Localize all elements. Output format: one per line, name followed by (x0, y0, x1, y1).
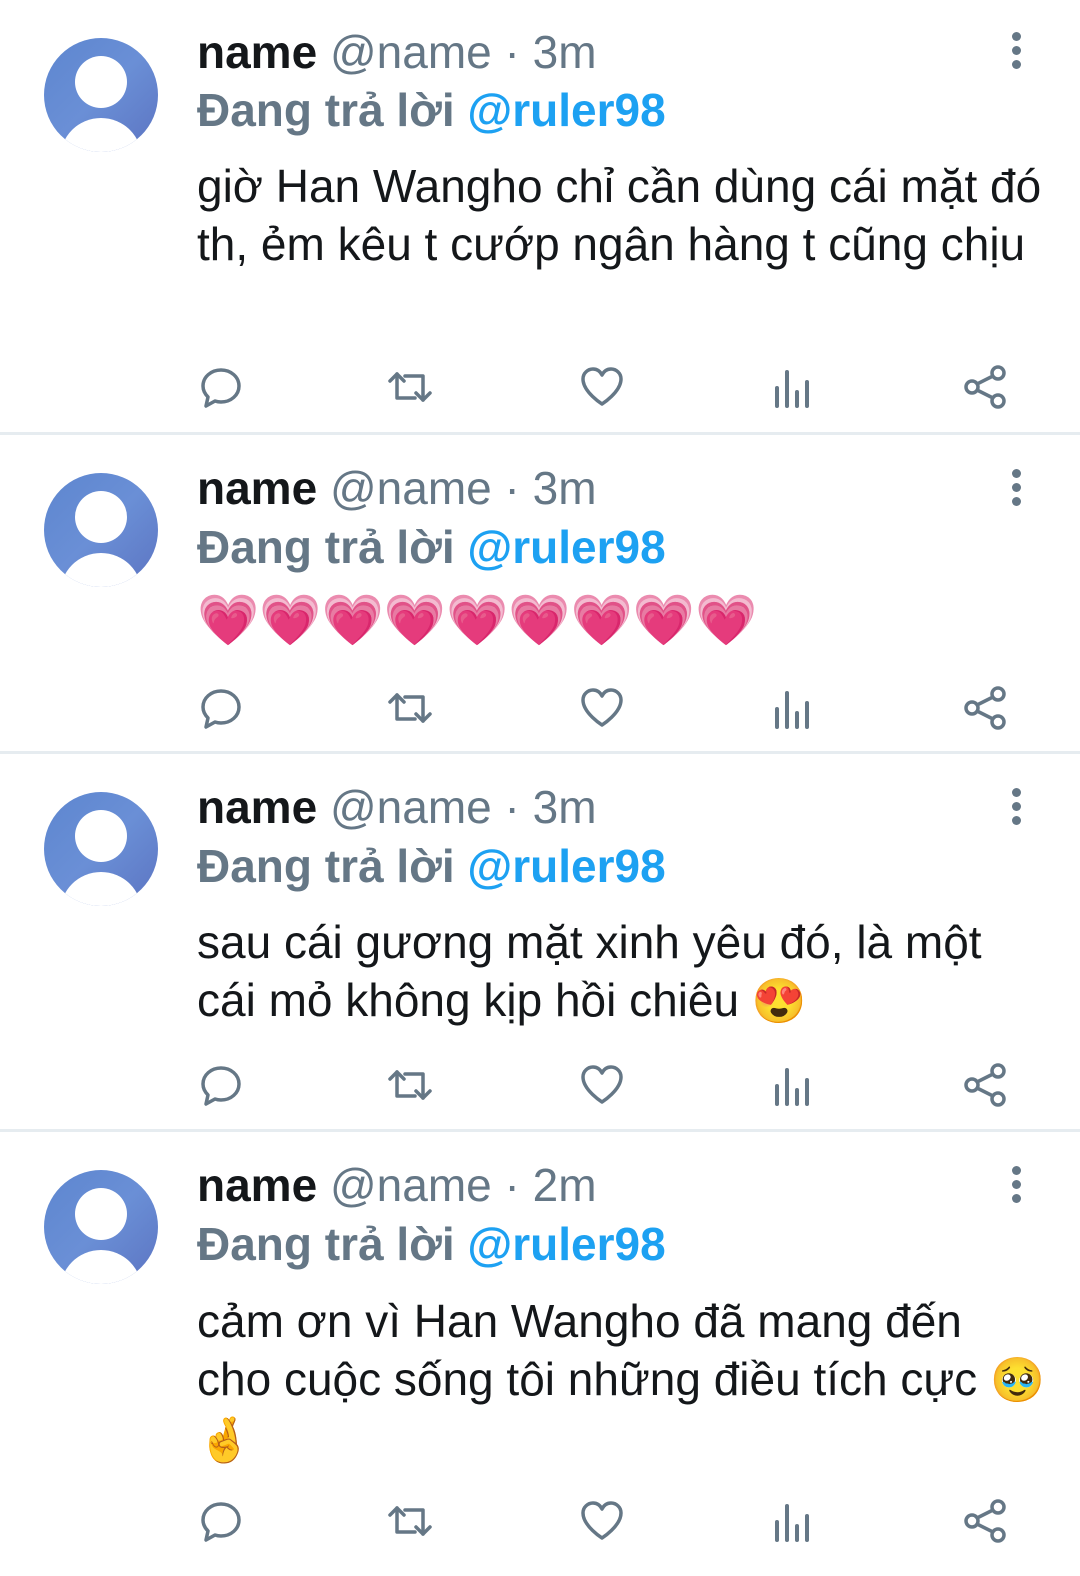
handle[interactable]: @name (330, 26, 492, 78)
avatar[interactable] (44, 38, 158, 152)
tweet[interactable]: name @name · 3m Đang trả lời @ruler98 gi… (0, 0, 1080, 432)
avatar[interactable] (44, 1170, 158, 1284)
mention-link[interactable]: @ruler98 (467, 1218, 665, 1270)
retweet-icon[interactable] (385, 1060, 435, 1110)
retweet-icon[interactable] (385, 362, 435, 412)
reply-prefix: Đang trả lời (197, 840, 455, 892)
display-name[interactable]: name (197, 1159, 317, 1211)
more-options-icon[interactable] (1003, 469, 1029, 509)
tweet[interactable]: name @name · 2m Đang trả lời @ruler98 cả… (0, 1132, 1080, 1576)
reply-context: Đang trả lời @ruler98 (197, 841, 666, 891)
separator-dot: · (504, 26, 520, 78)
more-options-icon[interactable] (1003, 788, 1029, 828)
avatar[interactable] (44, 792, 158, 906)
reply-prefix: Đang trả lời (197, 521, 455, 573)
timestamp[interactable]: 2m (533, 1159, 597, 1211)
avatar[interactable] (44, 473, 158, 587)
like-icon[interactable] (577, 362, 627, 412)
display-name[interactable]: name (197, 462, 317, 514)
tweet-text-content: giờ Han Wangho chỉ cần dùng cái mặt đó t… (197, 160, 1042, 270)
more-options-icon[interactable] (1003, 32, 1029, 72)
reply-context: Đang trả lời @ruler98 (197, 522, 666, 572)
mention-link[interactable]: @ruler98 (467, 521, 665, 573)
action-bar (0, 683, 1080, 733)
tweet-text: cảm ơn vì Han Wangho đã mang đến cho cuộ… (197, 1292, 1047, 1470)
action-bar (0, 1496, 1080, 1546)
tweet-header: name @name · 2m (197, 1160, 597, 1210)
analytics-icon[interactable] (768, 683, 818, 733)
analytics-icon[interactable] (768, 1496, 818, 1546)
separator-dot: · (504, 462, 520, 514)
tweet-header: name @name · 3m (197, 463, 597, 513)
retweet-icon[interactable] (385, 683, 435, 733)
reply-icon[interactable] (196, 1496, 246, 1546)
reply-context: Đang trả lời @ruler98 (197, 1219, 666, 1269)
more-options-icon[interactable] (1003, 1166, 1029, 1206)
reply-icon[interactable] (196, 683, 246, 733)
mention-link[interactable]: @ruler98 (467, 840, 665, 892)
separator-dot: · (504, 1159, 520, 1211)
reply-icon[interactable] (196, 362, 246, 412)
reply-context: Đang trả lời @ruler98 (197, 85, 666, 135)
analytics-icon[interactable] (768, 362, 818, 412)
separator-dot: · (504, 781, 520, 833)
reply-prefix: Đang trả lời (197, 1218, 455, 1270)
timestamp[interactable]: 3m (533, 462, 597, 514)
tweet-text-content: cảm ơn vì Han Wangho đã mang đến cho cuộ… (197, 1295, 978, 1405)
like-icon[interactable] (577, 1060, 627, 1110)
handle[interactable]: @name (330, 1159, 492, 1211)
handle[interactable]: @name (330, 462, 492, 514)
tweet-text: 💗💗💗💗💗💗💗💗💗 (197, 591, 1047, 650)
mention-link[interactable]: @ruler98 (467, 84, 665, 136)
tweet-text: giờ Han Wangho chỉ cần dùng cái mặt đó t… (197, 157, 1047, 273)
reply-icon[interactable] (196, 1060, 246, 1110)
tweet-text-content: sau cái gương mặt xinh yêu đó, là một cá… (197, 916, 982, 1026)
timestamp[interactable]: 3m (533, 781, 597, 833)
tweet-header: name @name · 3m (197, 782, 597, 832)
display-name[interactable]: name (197, 26, 317, 78)
handle[interactable]: @name (330, 781, 492, 833)
share-icon[interactable] (960, 1496, 1010, 1546)
tweet[interactable]: name @name · 3m Đang trả lời @ruler98 sa… (0, 754, 1080, 1129)
emoji-heart-eyes: 😍 (751, 977, 807, 1026)
action-bar (0, 362, 1080, 412)
emoji-hearts: 💗💗💗💗💗💗💗💗💗 (197, 592, 758, 648)
tweet-header: name @name · 3m (197, 27, 597, 77)
tweet-text: sau cái gương mặt xinh yêu đó, là một cá… (197, 913, 1047, 1031)
display-name[interactable]: name (197, 781, 317, 833)
share-icon[interactable] (960, 1060, 1010, 1110)
like-icon[interactable] (577, 1496, 627, 1546)
share-icon[interactable] (960, 683, 1010, 733)
like-icon[interactable] (577, 683, 627, 733)
timestamp[interactable]: 3m (533, 26, 597, 78)
retweet-icon[interactable] (385, 1496, 435, 1546)
action-bar (0, 1060, 1080, 1110)
reply-prefix: Đang trả lời (197, 84, 455, 136)
share-icon[interactable] (960, 362, 1010, 412)
analytics-icon[interactable] (768, 1060, 818, 1110)
tweet[interactable]: name @name · 3m Đang trả lời @ruler98 💗💗… (0, 435, 1080, 751)
